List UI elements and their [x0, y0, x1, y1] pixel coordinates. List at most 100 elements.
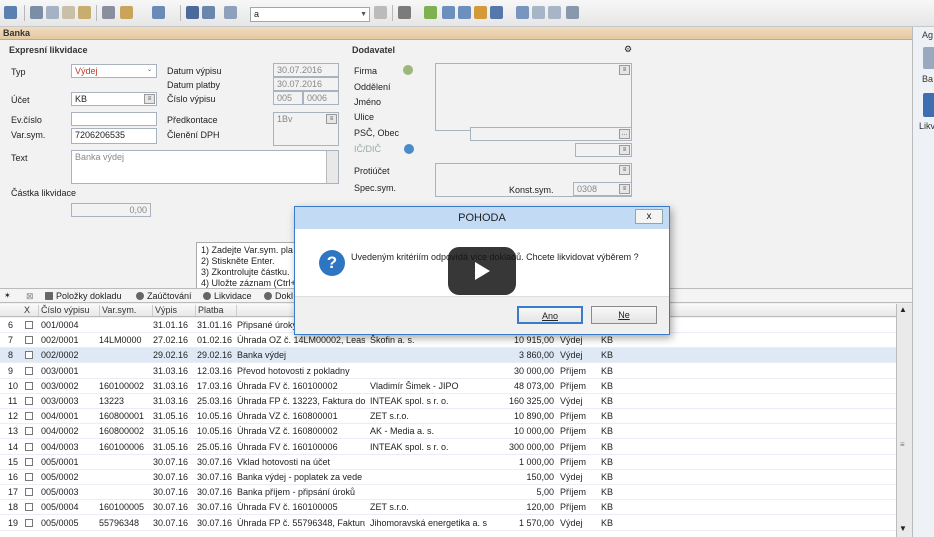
grid-scrollbar[interactable]: ▲ ≡ ▼ [896, 304, 912, 537]
row-checkbox[interactable] [25, 427, 33, 436]
datum-platby-field[interactable]: 30.07.2016 [273, 77, 339, 91]
layout-icon[interactable] [548, 6, 561, 19]
people-icon[interactable] [474, 6, 487, 19]
table-row[interactable]: 16 005/0002 30.07.16 30.07.16 Banka výdej - … [0, 470, 896, 485]
save-icon[interactable] [186, 6, 199, 19]
text-field[interactable]: Banka výdej [71, 150, 339, 184]
table-row[interactable]: 15 005/0001 30.07.16 30.07.16 Vklad hotovost… [0, 455, 896, 470]
liquidation-icon[interactable] [923, 93, 934, 117]
eraser-icon[interactable] [424, 6, 437, 19]
list-button-icon[interactable]: ≡ [619, 165, 630, 175]
preview-icon[interactable] [62, 6, 75, 19]
more-button-icon[interactable]: … [619, 129, 630, 139]
list-button-icon[interactable]: ≡ [619, 184, 630, 194]
chevron-down-icon[interactable]: ⌄ [144, 66, 155, 76]
list-button-icon[interactable]: ≡ [619, 145, 630, 155]
list-button-icon[interactable]: ≡ [619, 65, 630, 75]
window-icon[interactable] [532, 6, 545, 19]
tab-likvidace[interactable]: Likvidace [203, 291, 252, 301]
list-button-icon[interactable]: ≡ [326, 114, 337, 124]
firma-field[interactable]: ≡ [435, 63, 632, 131]
copy-icon[interactable] [30, 6, 43, 19]
ucet-select[interactable]: KB ≡ [71, 92, 157, 106]
table-row[interactable]: 10 003/0002 160100002 31.03.16 17.03.16 Úhrad… [0, 379, 896, 394]
cislo-vypisu-field-a[interactable]: 005 [273, 91, 303, 105]
agenda-search-input[interactable]: a ▼ [250, 7, 370, 22]
row-checkbox[interactable] [25, 473, 33, 481]
varsym-field[interactable]: 7206206535 [71, 128, 157, 144]
datum-vypisu-field[interactable]: 30.07.2016 [273, 63, 339, 77]
table-row[interactable]: 13 004/0002 160800002 31.05.16 10.05.16 Úhrad… [0, 424, 896, 440]
bank-icon[interactable] [923, 47, 934, 69]
row-checkbox[interactable] [25, 503, 33, 512]
obec-field[interactable]: … [470, 127, 632, 141]
castka-field[interactable]: 0,00 [71, 203, 151, 217]
dic-field[interactable]: ≡ [575, 143, 632, 157]
column-header-x[interactable]: X [22, 305, 30, 316]
export-icon[interactable] [78, 6, 91, 19]
column-header-platba[interactable]: Platba [195, 305, 235, 316]
table-row[interactable]: 17 005/0003 30.07.16 30.07.16 Banka příjem -… [0, 485, 896, 501]
print-icon[interactable] [46, 6, 59, 19]
row-checkbox[interactable] [25, 518, 33, 527]
cislo-vypisu-field-b[interactable]: 0006 [303, 91, 339, 105]
wand-icon[interactable] [120, 6, 133, 19]
navigate-icon[interactable] [152, 6, 165, 19]
row-checkbox[interactable] [25, 457, 33, 466]
row-checkbox[interactable] [25, 412, 33, 421]
table-row[interactable]: 19 005/0005 55796348 30.07.16 30.07.16 Úhrada… [0, 516, 896, 531]
yes-button[interactable]: Ano [517, 306, 583, 324]
scroll-grip-icon[interactable]: ≡ [900, 440, 905, 449]
row-checkbox[interactable] [25, 381, 33, 390]
table-row[interactable]: 8 002/0002 29.02.16 29.02.16 Banka výdej 3 86… [0, 348, 896, 364]
scroll-up-icon[interactable]: ▲ [899, 305, 907, 314]
video-play-button[interactable] [448, 247, 516, 295]
row-checkbox[interactable] [25, 366, 33, 375]
camera-icon[interactable] [398, 6, 411, 19]
konst-sym-field[interactable]: 0308 ≡ [573, 182, 632, 196]
address-book-icon[interactable] [403, 65, 413, 75]
row-checkbox[interactable] [25, 321, 33, 329]
table-row[interactable]: 18 005/0004 160100005 30.07.16 30.07.16 Úhrad… [0, 500, 896, 516]
duplicate-icon[interactable] [224, 6, 237, 19]
dialog-close-button[interactable]: x [635, 209, 663, 224]
row-checkbox[interactable] [25, 488, 33, 497]
column-header-cislo-vypisu[interactable]: Číslo výpisu [38, 305, 98, 316]
list-button-icon[interactable]: ≡ [144, 94, 155, 104]
row-checkbox[interactable] [25, 351, 33, 360]
table-icon[interactable] [442, 6, 455, 19]
table-row[interactable]: 14 004/0003 160100006 31.05.16 25.05.16 Úhrad… [0, 440, 896, 455]
typ-select[interactable]: Výdej ⌄ [71, 64, 157, 78]
help-icon[interactable] [566, 6, 579, 19]
column-header-vypis[interactable]: Výpis [152, 305, 194, 316]
row-checkbox[interactable] [25, 336, 33, 345]
right-panel-label[interactable]: Ba [922, 74, 933, 84]
tab-doklady[interactable]: Dokl [264, 291, 293, 301]
clear-filter-icon[interactable] [374, 6, 387, 19]
table-row[interactable]: 11 003/0003 13223 31.03.16 25.03.16 Úhrada FP… [0, 394, 896, 409]
text-scrollbar[interactable] [326, 151, 338, 183]
settings-icon[interactable]: ⚙ [624, 44, 632, 55]
chevron-down-icon[interactable]: ▼ [360, 11, 367, 18]
column-header-var-sym[interactable]: Var.sym. [99, 305, 151, 316]
save-all-icon[interactable] [202, 6, 215, 19]
no-button[interactable]: Ne [591, 306, 657, 324]
ban-icon[interactable] [490, 6, 503, 19]
tab-zauctovani[interactable]: Zaúčtování [136, 291, 192, 301]
right-panel-label[interactable]: Likv [919, 121, 934, 131]
filter-icon[interactable]: ⊠ [26, 291, 34, 302]
new-record-icon[interactable] [4, 6, 17, 19]
table-row[interactable]: 9 003/0001 31.03.16 12.03.16 Převod hotovost… [0, 364, 896, 379]
evcislo-field[interactable] [71, 112, 157, 126]
list-icon[interactable] [458, 6, 471, 19]
row-checkbox[interactable] [25, 397, 33, 405]
panel-icon[interactable] [516, 6, 529, 19]
table-row[interactable]: 7 002/0001 14LM0000 27.02.16 01.02.16 Úhrada … [0, 333, 896, 349]
tools-icon[interactable] [102, 6, 115, 19]
scroll-down-icon[interactable]: ▼ [899, 524, 907, 533]
row-checkbox[interactable] [25, 442, 33, 451]
table-row[interactable]: 12 004/0001 160800001 31.05.16 10.05.16 Úhrad… [0, 409, 896, 425]
predkontace-field[interactable]: 1Bv ≡ [273, 112, 339, 146]
pin-icon[interactable]: ✶ [4, 291, 11, 300]
tab-polozky-dokladu[interactable]: Položky dokladu [45, 291, 122, 301]
